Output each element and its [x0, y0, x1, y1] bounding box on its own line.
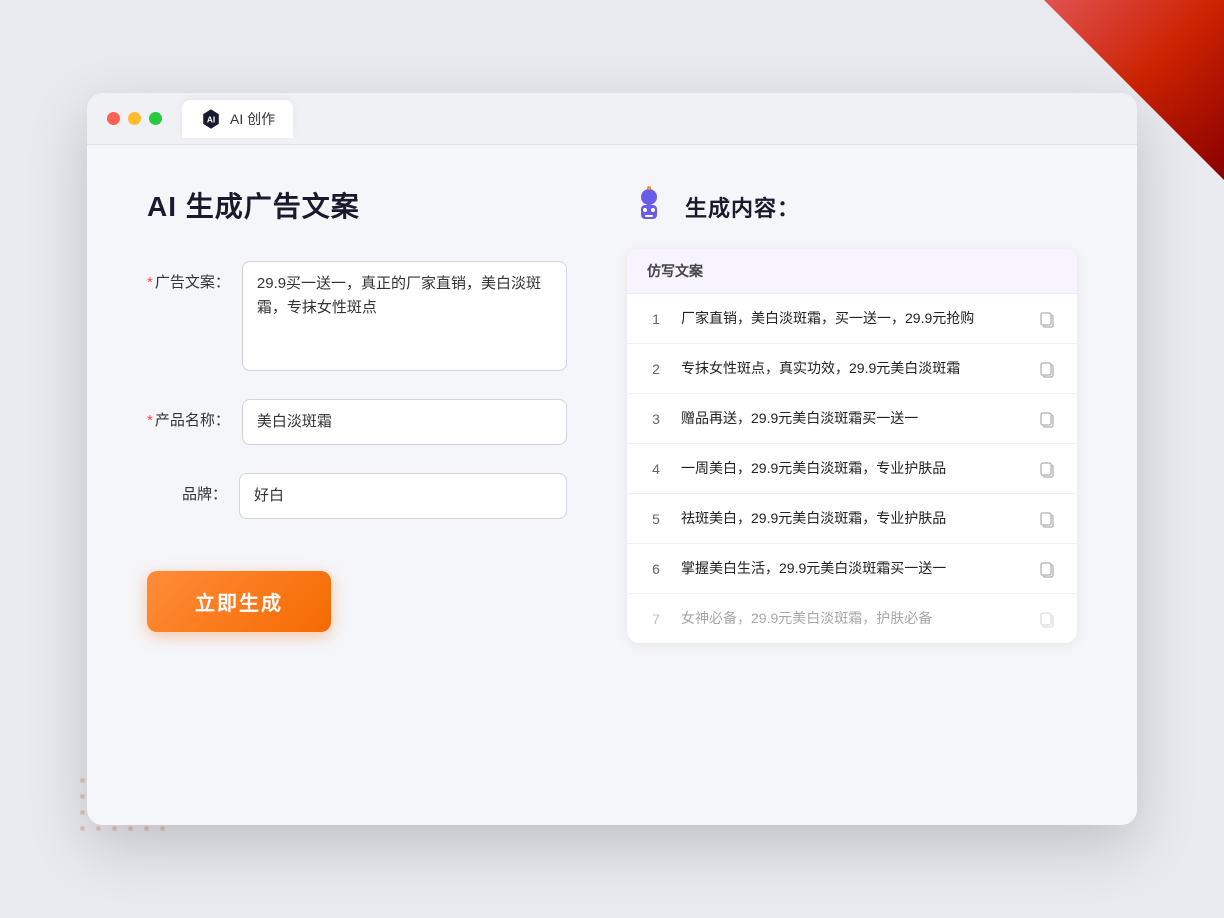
row-text: 掌握美白生活，29.9元美白淡斑霜买一送一 [681, 558, 1021, 579]
ai-tab-icon: AI [200, 108, 222, 130]
row-text: 厂家直销，美白淡斑霜，买一送一，29.9元抢购 [681, 308, 1021, 329]
copy-icon[interactable] [1037, 459, 1057, 479]
ai-creation-tab[interactable]: AI AI 创作 [182, 100, 293, 138]
result-title: 生成内容： [685, 191, 800, 223]
row-text: 赠品再送，29.9元美白淡斑霜买一送一 [681, 408, 1021, 429]
copy-icon[interactable] [1037, 309, 1057, 329]
table-row: 2 专抹女性斑点，真实功效，29.9元美白淡斑霜 [627, 344, 1077, 394]
required-star-2: * [147, 412, 153, 429]
product-name-input[interactable] [242, 399, 567, 445]
brand-input[interactable] [239, 473, 567, 519]
tab-label: AI 创作 [230, 109, 275, 129]
left-panel: AI 生成广告文案 *广告文案： 29.9买一送一，真正的厂家直销，美白淡斑霜，… [147, 185, 567, 775]
ad-copy-input[interactable]: 29.9买一送一，真正的厂家直销，美白淡斑霜，专抹女性斑点 [242, 261, 567, 371]
ad-copy-label: *广告文案： [147, 261, 230, 292]
result-table: 仿写文案 1 厂家直销，美白淡斑霜，买一送一，29.9元抢购 2 专抹女性斑点，… [627, 249, 1077, 643]
svg-text:AI: AI [207, 115, 215, 124]
table-row: 1 厂家直销，美白淡斑霜，买一送一，29.9元抢购 [627, 294, 1077, 344]
robot-icon [627, 185, 671, 229]
row-number: 4 [647, 461, 665, 477]
row-text: 专抹女性斑点，真实功效，29.9元美白淡斑霜 [681, 358, 1021, 379]
copy-icon[interactable] [1037, 409, 1057, 429]
row-text: 女神必备，29.9元美白淡斑霜，护肤必备 [681, 608, 1021, 629]
copy-icon[interactable] [1037, 509, 1057, 529]
required-star-1: * [147, 274, 153, 291]
right-panel: 生成内容： 仿写文案 1 厂家直销，美白淡斑霜，买一送一，29.9元抢购 2 专… [627, 185, 1077, 775]
copy-icon[interactable] [1037, 609, 1057, 629]
main-content: AI 生成广告文案 *广告文案： 29.9买一送一，真正的厂家直销，美白淡斑霜，… [87, 145, 1137, 825]
ad-copy-group: *广告文案： 29.9买一送一，真正的厂家直销，美白淡斑霜，专抹女性斑点 [147, 261, 567, 371]
table-row: 7 女神必备，29.9元美白淡斑霜，护肤必备 [627, 594, 1077, 643]
copy-icon[interactable] [1037, 359, 1057, 379]
brand-group: 品牌： [147, 473, 567, 519]
minimize-button[interactable] [128, 112, 141, 125]
row-number: 5 [647, 511, 665, 527]
traffic-lights [107, 112, 162, 125]
row-number: 7 [647, 611, 665, 627]
row-number: 2 [647, 361, 665, 377]
row-number: 1 [647, 311, 665, 327]
close-button[interactable] [107, 112, 120, 125]
table-row: 6 掌握美白生活，29.9元美白淡斑霜买一送一 [627, 544, 1077, 594]
titlebar: AI AI 创作 [87, 93, 1137, 145]
table-column-header: 仿写文案 [627, 249, 1077, 294]
table-row: 5 祛斑美白，29.9元美白淡斑霜，专业护肤品 [627, 494, 1077, 544]
product-name-label: *产品名称： [147, 399, 230, 430]
table-row: 3 赠品再送，29.9元美白淡斑霜买一送一 [627, 394, 1077, 444]
generate-button[interactable]: 立即生成 [147, 571, 331, 632]
table-row: 4 一周美白，29.9元美白淡斑霜，专业护肤品 [627, 444, 1077, 494]
page-title: AI 生成广告文案 [147, 185, 567, 225]
product-name-group: *产品名称： [147, 399, 567, 445]
row-number: 3 [647, 411, 665, 427]
row-text: 一周美白，29.9元美白淡斑霜，专业护肤品 [681, 458, 1021, 479]
copy-icon[interactable] [1037, 559, 1057, 579]
result-header: 生成内容： [627, 185, 1077, 229]
maximize-button[interactable] [149, 112, 162, 125]
row-number: 6 [647, 561, 665, 577]
brand-label: 品牌： [147, 473, 227, 504]
row-text: 祛斑美白，29.9元美白淡斑霜，专业护肤品 [681, 508, 1021, 529]
browser-window: AI AI 创作 AI 生成广告文案 *广告文案： 29.9买一送一，真正的厂家… [87, 93, 1137, 825]
